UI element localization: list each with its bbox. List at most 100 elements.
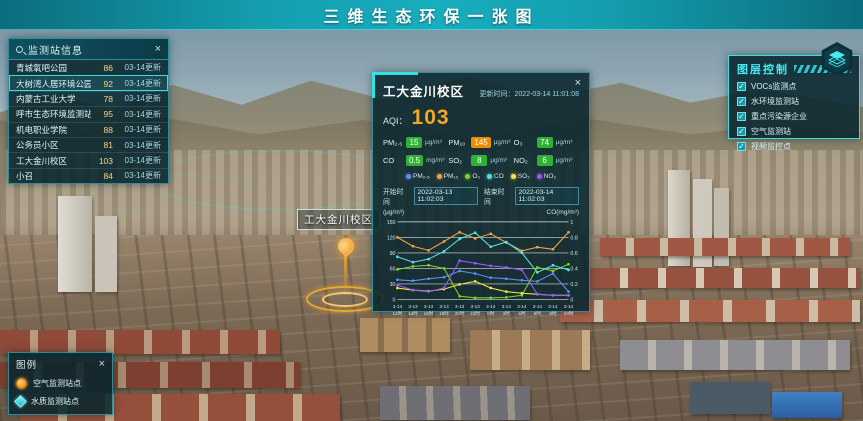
pollutant-reading: PM₂.₅15μg/m³ [383,137,448,148]
svg-text:6时: 6时 [534,310,542,316]
legend-item[interactable]: NO₂ [537,173,556,180]
svg-text:22时: 22时 [470,310,480,316]
trend-chart[interactable]: 030609012015000.20.40.60.813-1312时3-1314… [383,217,579,321]
station-popup: 工大金川校区 更新时间：2022-03-14 11:01:08 × AQI： 1… [372,72,590,312]
map-legend-item[interactable]: 水质监测站点 [16,396,105,407]
popup-title: 工大金川校区 [383,81,464,100]
close-icon[interactable]: × [99,359,105,370]
station-aqi: 103 [91,156,113,166]
checkbox-icon[interactable]: ✓ [737,127,746,136]
pollutant-reading: CO0.5mg/m³ [383,155,448,166]
pollutant-label: O₃ [514,138,534,147]
checkbox-icon[interactable]: ✓ [737,82,746,91]
air-station-icon [16,378,27,389]
legend-dot-icon [406,174,411,179]
svg-text:4时: 4时 [518,310,526,316]
legend-item[interactable]: PM₂.₅ [406,173,430,180]
svg-text:3-14: 3-14 [486,304,496,309]
station-name: 小召 [16,170,91,182]
station-list-item[interactable]: 工大金川校区10303-14更新 [9,152,168,167]
aqi-label: AQI： [383,114,408,127]
map-legend-title: 图例 [16,357,99,371]
layer-list: ✓VOCs监测点✓水环境监测站✓重点污染源企业✓空气监测站✓视频监控点 [737,81,851,152]
end-time-input[interactable]: 2022-03-14 11:02:03 [515,187,579,205]
layer-toggle-item[interactable]: ✓空气监测站 [737,126,851,137]
pollutant-label: NO₂ [514,156,534,165]
pollutant-value-badge: 145 [471,137,490,148]
station-list-body: 青城氧吧公园8603-14更新大树湾人居环境公园9203-14更新内蒙古工业大学… [9,60,168,183]
legend-item[interactable]: CO [487,173,504,180]
svg-text:3-13: 3-13 [393,304,403,309]
search-icon[interactable] [16,46,23,53]
right-axis-unit: CO(mg/m³) [547,209,580,216]
svg-text:1: 1 [570,220,573,226]
pollutant-value-badge: 15 [406,137,422,148]
end-time-label: 结束时间 [484,186,509,206]
station-aqi: 86 [91,63,113,73]
station-list-item[interactable]: 公务员小区8103-14更新 [9,137,168,152]
svg-text:0时: 0时 [487,310,495,316]
legend-label: NO₂ [544,173,556,180]
start-time-input[interactable]: 2022-03-13 11:02:03 [414,187,478,205]
pollutant-unit: μg/m³ [556,157,573,164]
legend-label: PM₁₀ [444,173,459,180]
station-list-item[interactable]: 机电职业学院8803-14更新 [9,122,168,137]
axis-units-row: (μg/m³) CO(mg/m³) [383,209,579,216]
svg-text:0.8: 0.8 [570,235,577,241]
checkbox-icon[interactable]: ✓ [737,142,746,151]
svg-text:0.4: 0.4 [570,266,577,272]
layer-toggle-item[interactable]: ✓水环境监测站 [737,96,851,107]
pollutant-grid: PM₂.₅15μg/m³PM₁₀145μg/m³O₃74μg/m³CO0.5mg… [383,137,579,166]
station-list-item[interactable]: 呼市生态环境监测站9503-14更新 [9,106,168,121]
svg-text:0.6: 0.6 [570,251,577,257]
svg-text:2时: 2时 [503,310,511,316]
legend-item[interactable]: PM₁₀ [437,173,459,180]
pollutant-label: PM₂.₅ [383,138,403,147]
station-updated: 03-14更新 [113,62,161,73]
legend-item[interactable]: SO₂ [511,173,530,180]
checkbox-icon[interactable]: ✓ [737,97,746,106]
svg-text:3-14: 3-14 [502,304,512,309]
close-icon[interactable]: × [575,78,581,89]
station-aqi: 78 [91,94,113,104]
station-aqi: 81 [91,140,113,150]
legend-item[interactable]: O₃ [465,173,480,180]
svg-text:3-14: 3-14 [517,304,527,309]
svg-text:3-13: 3-13 [408,304,418,309]
svg-text:150: 150 [387,220,396,226]
station-aqi: 95 [91,109,113,119]
pollutant-value-badge: 74 [537,137,553,148]
legend-dot-icon [511,174,516,179]
station-updated: 03-14更新 [113,140,161,151]
station-list-item[interactable]: 内蒙古工业大学7803-14更新 [9,91,168,106]
svg-text:0.2: 0.2 [570,282,577,288]
svg-text:3-13: 3-13 [424,304,434,309]
station-list-item[interactable]: 小召8403-14更新 [9,168,168,183]
layer-toggle-item[interactable]: ✓ 视频监控点 [737,141,851,152]
update-time-label: 更新时间： [480,91,515,98]
legend-label: CO [494,173,504,180]
close-icon[interactable]: × [155,44,161,55]
station-updated: 03-14更新 [113,78,161,89]
layer-toggle-item[interactable]: ✓VOCs监测点 [737,81,851,92]
checkbox-icon[interactable]: ✓ [737,112,746,121]
station-list-item[interactable]: 大树湾人居环境公园9203-14更新 [9,75,168,90]
svg-text:0: 0 [393,297,396,303]
map-legend-item[interactable]: 空气监测站点 [16,378,105,389]
legend-dot-icon [487,174,492,179]
legend-label: O₃ [472,173,480,180]
svg-text:60: 60 [390,266,396,272]
legend-dot-icon [437,174,442,179]
pollutant-reading: O₃74μg/m³ [514,137,579,148]
legend-dot-icon [537,174,542,179]
station-billboard[interactable]: 工大金川校区 [297,209,380,230]
layer-toggle-item[interactable]: ✓重点污染源企业 [737,111,851,122]
pollutant-label: CO [383,156,403,165]
chart-legend: PM₂.₅ PM₁₀ O₃ CO SO₂ NO₂ [383,173,579,180]
layer-label: 视频监控点 [751,141,791,152]
svg-text:16时: 16时 [424,310,434,316]
left-axis-unit: (μg/m³) [383,209,404,216]
pollutant-value-badge: 6 [537,155,553,166]
station-list-item[interactable]: 青城氧吧公园8603-14更新 [9,60,168,75]
layers-icon [823,45,851,73]
